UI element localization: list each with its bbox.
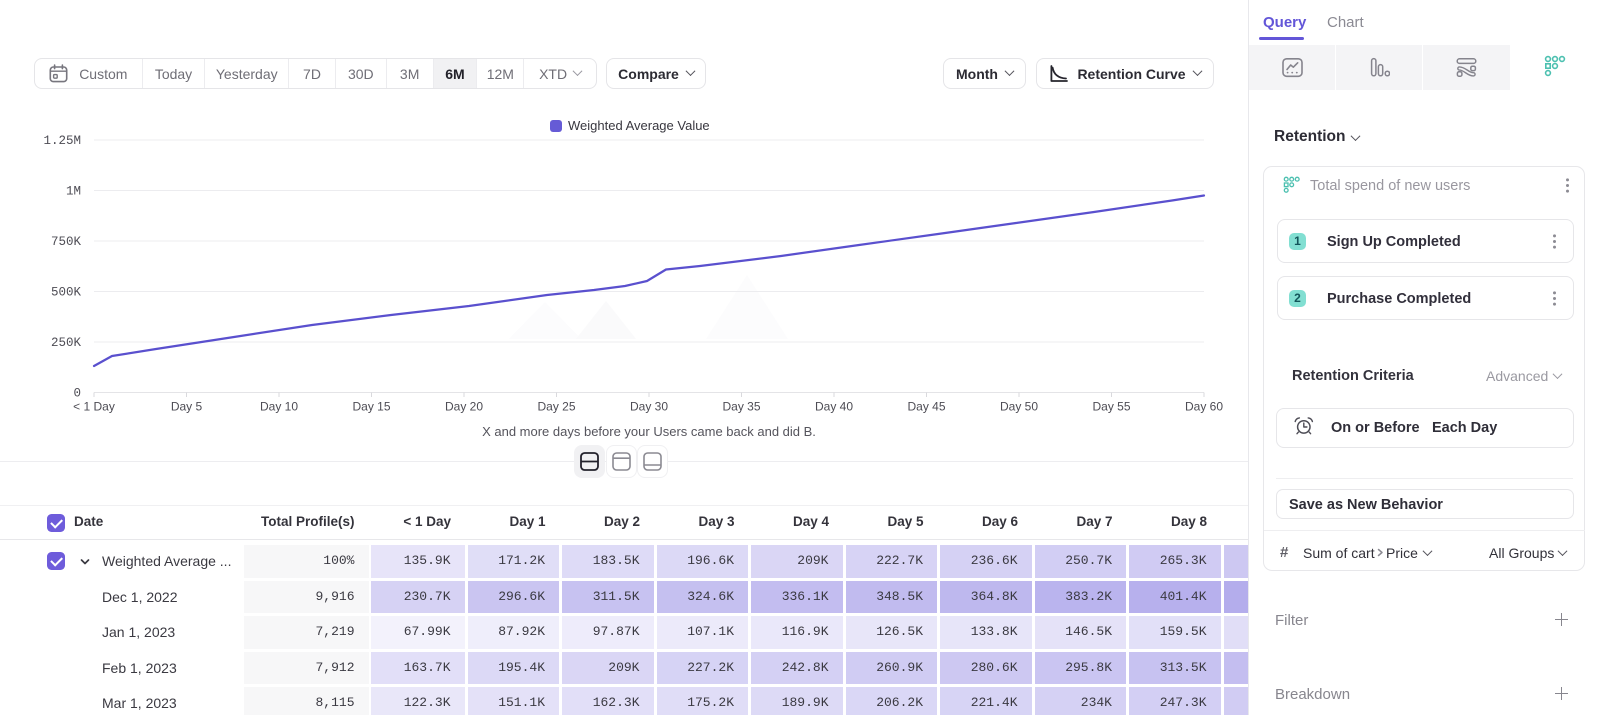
svg-text:Day 15: Day 15	[352, 400, 390, 414]
svg-text:Day 40: Day 40	[815, 400, 853, 414]
svg-text:Day 25: Day 25	[537, 400, 575, 414]
svg-text:1M: 1M	[66, 185, 81, 199]
svg-text:Day 20: Day 20	[445, 400, 483, 414]
svg-text:Day 55: Day 55	[1092, 400, 1130, 414]
svg-text:250K: 250K	[51, 336, 82, 350]
svg-text:Day 35: Day 35	[722, 400, 760, 414]
svg-text:Day 50: Day 50	[1000, 400, 1038, 414]
svg-text:750K: 750K	[51, 235, 82, 249]
svg-text:Day 60: Day 60	[1185, 400, 1223, 414]
svg-text:Day 5: Day 5	[171, 400, 203, 414]
svg-text:500K: 500K	[51, 286, 82, 300]
svg-text:Day 30: Day 30	[630, 400, 668, 414]
svg-text:< 1 Day: < 1 Day	[73, 400, 115, 414]
svg-text:1.25M: 1.25M	[43, 134, 81, 148]
svg-text:Day 10: Day 10	[260, 400, 298, 414]
svg-text:Day 45: Day 45	[907, 400, 945, 414]
